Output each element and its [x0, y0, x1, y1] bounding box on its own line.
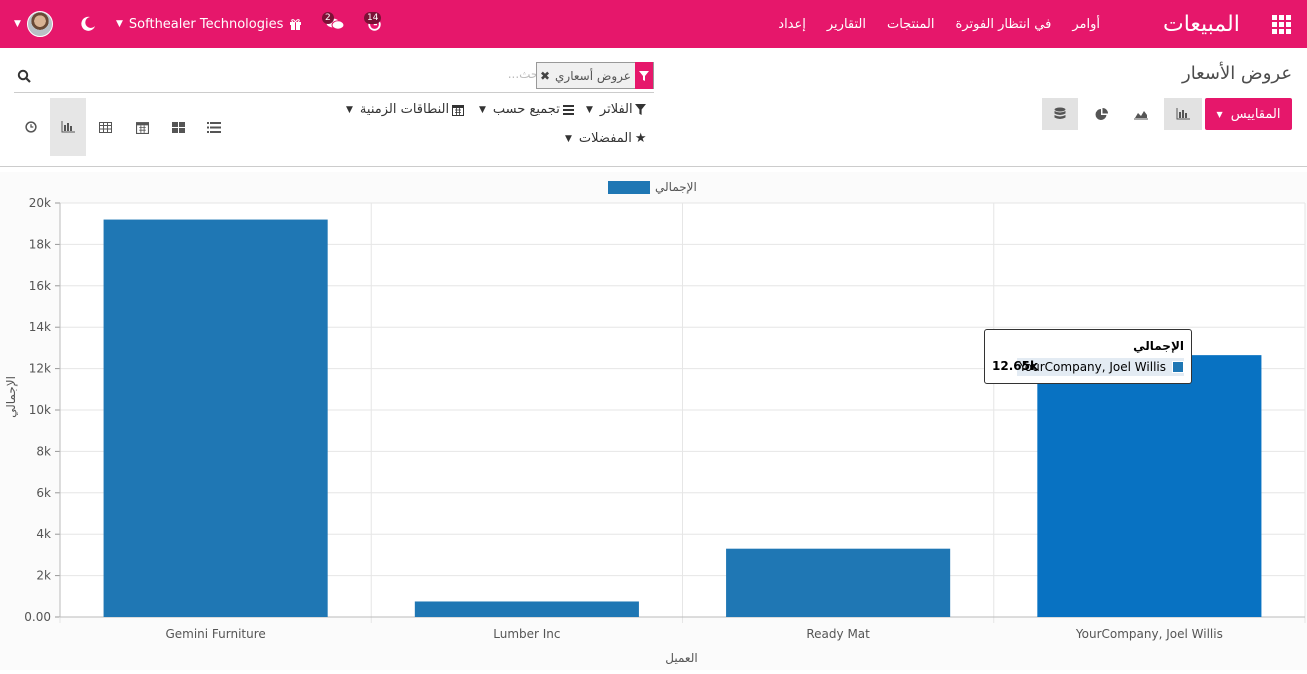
y-tick-label: 6k	[36, 486, 51, 500]
group-by-dropdown[interactable]: تجميع حسب ▼	[479, 102, 574, 117]
bar	[1037, 355, 1262, 617]
area-chart-icon	[1134, 111, 1148, 120]
menu-item-reporting[interactable]: التقارير	[827, 17, 866, 32]
calendar-view-button[interactable]	[125, 98, 159, 156]
clock-icon	[25, 121, 37, 133]
table-icon	[98, 121, 112, 133]
caret-down-icon: ▼	[14, 19, 21, 29]
bar-chart: 0.00 2k 4k 6k 8k 10k 12k 14k 16k 18k 20k Gemini Fur…	[0, 172, 1307, 670]
list-icon	[207, 121, 221, 133]
tooltip-title: الإجمالي	[1133, 339, 1184, 353]
caret-down-icon: ▼	[586, 104, 593, 115]
calendar-icon	[135, 121, 149, 134]
search-icon[interactable]	[17, 69, 31, 83]
search-facet: ✖ عروض أسعاري	[536, 62, 654, 89]
measures-label: المقاييس	[1230, 106, 1281, 122]
tooltip-value: 12.65k	[992, 359, 1038, 373]
menu-item-orders[interactable]: أوامر	[1072, 17, 1100, 32]
pivot-view-button[interactable]	[88, 98, 122, 156]
activity-view-button[interactable]	[14, 98, 48, 156]
y-tick-label: 10k	[29, 403, 51, 417]
y-tick-label: 12k	[29, 362, 51, 376]
filters-label: الفلاتر	[599, 102, 633, 117]
activities-button[interactable]: 14	[364, 0, 382, 48]
messages-button[interactable]: 2	[322, 0, 345, 48]
y-tick-label: 2k	[36, 569, 51, 583]
x-tick-label: Ready Mat	[806, 627, 870, 641]
company-switcher[interactable]: ▼ Softhealer Technologies	[116, 0, 283, 48]
kanban-view-button[interactable]	[161, 98, 195, 156]
bar	[103, 219, 328, 617]
caret-down-icon: ▼	[1216, 109, 1223, 119]
company-name: Softhealer Technologies	[128, 16, 284, 32]
y-tick-label: 8k	[36, 444, 51, 458]
apps-menu-icon[interactable]	[1268, 0, 1294, 48]
database-icon	[1054, 107, 1066, 119]
messages-badge: 2	[322, 12, 334, 24]
tooltip-label: YourCompany, Joel Willis	[1019, 360, 1166, 374]
date-ranges-dropdown[interactable]: النطاقات الزمنية ▼	[346, 102, 465, 117]
bar	[726, 548, 951, 617]
menu-item-to-invoice[interactable]: في انتظار الفوترة	[956, 17, 1052, 32]
y-tick-label: 16k	[29, 279, 51, 293]
bar-chart-icon	[61, 121, 75, 133]
chart-tooltip: الإجمالي YourCompany, Joel Willis 12.65k	[984, 329, 1192, 384]
y-tick-label: 4k	[36, 527, 51, 541]
top-navbar: المبيعات أوامر في انتظار الفوترة المنتجا…	[0, 0, 1307, 48]
measures-button[interactable]: ▼ المقاييس	[1205, 98, 1292, 130]
caret-down-icon: ▼	[479, 104, 486, 115]
list-view-button[interactable]	[197, 98, 231, 156]
chart-container: 0.00 2k 4k 6k 8k 10k 12k 14k 16k 18k 20k Gemini Fur…	[0, 167, 1307, 670]
favorites-label: المفضلات	[578, 131, 632, 146]
group-by-label: تجميع حسب	[492, 102, 560, 117]
filter-icon	[634, 104, 646, 115]
breadcrumb: عروض الأسعار	[1182, 63, 1293, 84]
caret-down-icon: ▼	[346, 104, 353, 115]
y-tick-label: 20k	[29, 196, 51, 210]
legend-swatch	[608, 181, 650, 194]
caret-down-icon: ▼	[565, 133, 572, 144]
y-tick-label: 18k	[29, 237, 51, 251]
user-menu[interactable]: ▼	[14, 0, 53, 48]
filters-dropdown[interactable]: الفلاتر ▼	[586, 102, 646, 117]
caret-down-icon: ▼	[116, 19, 123, 29]
activities-badge: 14	[364, 12, 382, 24]
x-tick-label: Lumber Inc	[493, 627, 560, 641]
date-ranges-label: النطاقات الزمنية	[359, 102, 450, 117]
line-chart-button[interactable]	[1122, 98, 1160, 130]
moon-icon[interactable]	[80, 0, 96, 48]
calendar-icon	[452, 104, 465, 116]
x-tick-label: Gemini Furniture	[165, 627, 265, 641]
facet-value: عروض أسعاري	[555, 68, 631, 83]
bar	[414, 601, 639, 617]
bars-icon	[562, 104, 574, 115]
kanban-icon	[171, 121, 185, 133]
bar-chart-button[interactable]	[1164, 98, 1202, 130]
filter-icon	[634, 62, 653, 89]
facet-remove-icon[interactable]: ✖	[537, 69, 553, 83]
legend-label: الإجمالي	[655, 180, 697, 194]
x-tick-label: YourCompany, Joel Willis	[1075, 627, 1223, 641]
star-icon: ★	[634, 131, 647, 146]
tooltip-swatch	[1172, 361, 1184, 373]
favorites-dropdown[interactable]: ★ المفضلات ▼	[565, 131, 647, 146]
gift-icon[interactable]	[289, 0, 302, 48]
bar-chart-icon	[1176, 108, 1190, 120]
menu-item-products[interactable]: المنتجات	[887, 17, 935, 32]
menu-item-configuration[interactable]: إعداد	[778, 17, 806, 32]
avatar	[26, 11, 53, 37]
app-brand[interactable]: المبيعات	[1163, 0, 1240, 48]
pie-chart-icon	[1095, 107, 1108, 120]
graph-view-button[interactable]	[50, 98, 86, 156]
y-tick-label: 0.00	[24, 610, 51, 624]
search-bar[interactable]: بحث... ✖ عروض أسعاري	[14, 61, 654, 93]
y-axis-title: الإجمالي	[4, 376, 18, 418]
stacked-button[interactable]	[1042, 98, 1078, 130]
search-input[interactable]: بحث...	[482, 67, 542, 81]
x-axis-title: العميل	[665, 651, 697, 665]
tooltip-row: YourCompany, Joel Willis	[1017, 358, 1184, 376]
main-menu: أوامر في انتظار الفوترة المنتجات التقاري…	[757, 0, 1100, 48]
pie-chart-button[interactable]	[1082, 98, 1120, 130]
y-tick-label: 14k	[29, 320, 51, 334]
